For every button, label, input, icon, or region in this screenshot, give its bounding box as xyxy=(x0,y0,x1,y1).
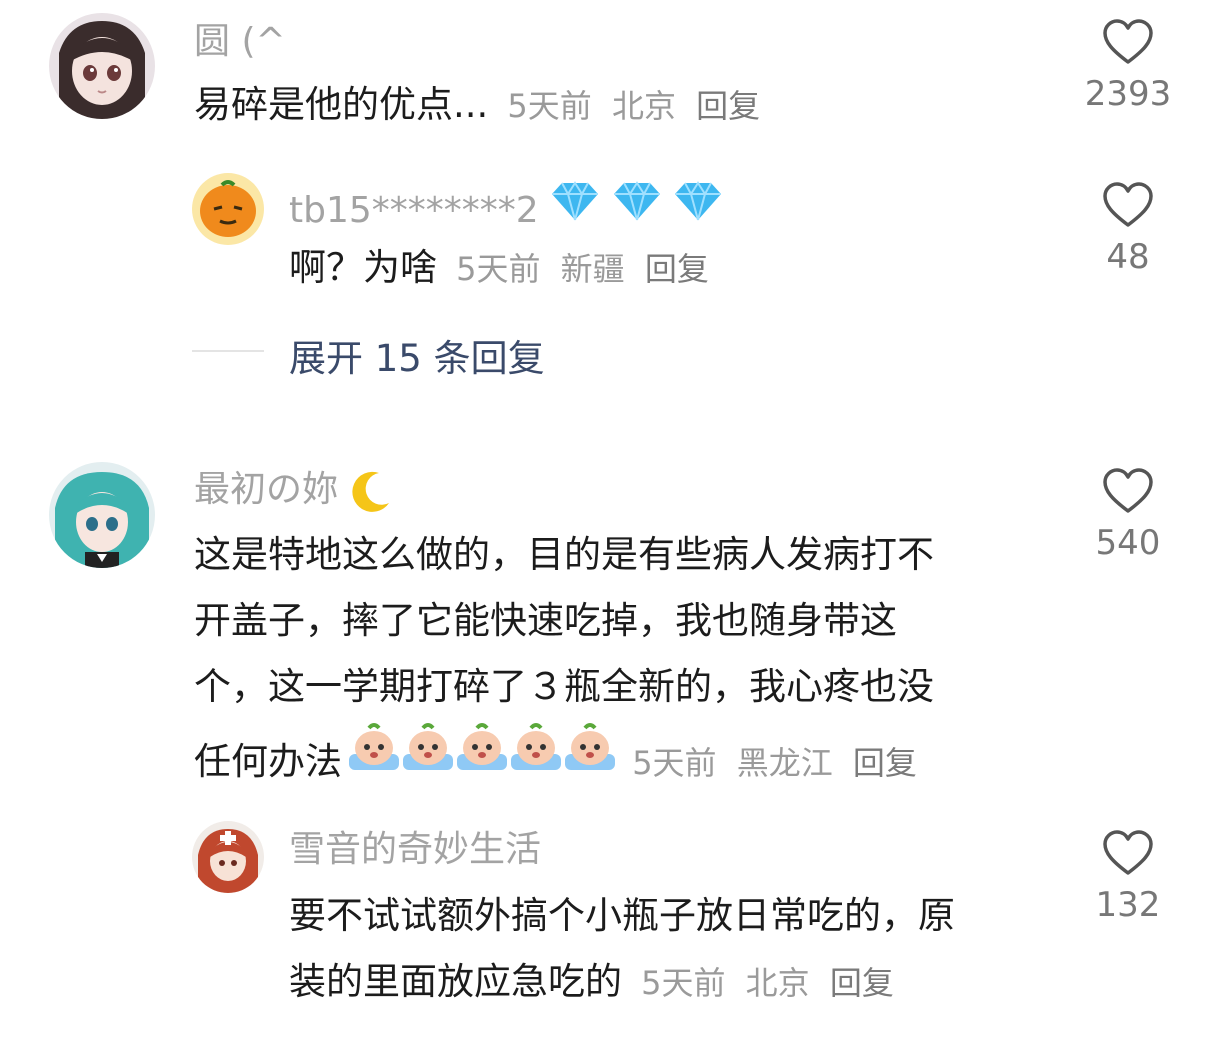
heart-icon xyxy=(1103,182,1153,227)
reply-time: 5天前 xyxy=(456,250,541,288)
diamond-icon xyxy=(613,181,660,221)
comment-time: 5天前 xyxy=(632,744,717,782)
crying-face-icon xyxy=(457,723,508,770)
crying-face-icon xyxy=(565,723,616,770)
comment-text: 易碎是他的优点... xyxy=(194,83,489,126)
comment-body: 这是特地这么做的，目的是有些病人发病打不 开盖子，摔了它能快速吃掉，我也随身带这… xyxy=(194,522,934,795)
comment-location: 北京 xyxy=(611,87,676,125)
like-count: 540 xyxy=(1095,523,1161,563)
avatar[interactable] xyxy=(49,13,155,119)
like-button[interactable]: 2393 xyxy=(1068,18,1188,114)
expand-replies-button[interactable]: 展开 15 条回复 xyxy=(289,328,545,382)
reply-time: 5天前 xyxy=(641,964,726,1002)
reply-button[interactable]: 回复 xyxy=(830,964,894,1002)
avatar-image xyxy=(49,13,155,119)
expand-divider xyxy=(192,350,264,352)
like-button[interactable]: 132 xyxy=(1068,829,1188,925)
comment-username-text: 最初の妳 xyxy=(194,469,339,510)
like-count: 48 xyxy=(1106,237,1150,277)
comment-username[interactable]: 最初の妳 xyxy=(194,468,393,513)
comment-text-line: 任何办法 xyxy=(194,740,342,783)
crying-face-icon xyxy=(349,723,400,770)
like-button[interactable]: 540 xyxy=(1068,467,1188,563)
diamond-icon xyxy=(552,181,599,221)
reply-location: 新疆 xyxy=(560,250,625,288)
reply-username[interactable]: 雪音的奇妙生活 xyxy=(289,828,541,872)
comment-text-line: 个，这一学期打碎了３瓶全新的，我心疼也没 xyxy=(194,665,934,708)
comment-text-line: 这是特地这么做的，目的是有些病人发病打不 xyxy=(194,533,934,576)
reply-username[interactable]: tb15********2 xyxy=(289,180,723,233)
avatar-image xyxy=(49,462,155,568)
reply-button[interactable]: 回复 xyxy=(696,87,760,125)
reply-text: 啊？为啥 xyxy=(289,246,437,289)
avatar-image xyxy=(192,173,264,245)
avatar[interactable] xyxy=(49,462,155,568)
avatar[interactable] xyxy=(192,173,264,245)
heart-icon xyxy=(1103,830,1153,875)
reply-body: 要不试试额外搞个小瓶子放日常吃的，原 装的里面放应急吃的 5天前 北京 回复 xyxy=(289,883,955,1015)
comment-time: 5天前 xyxy=(507,87,592,125)
comment-location: 黑龙江 xyxy=(736,744,833,782)
like-count: 132 xyxy=(1095,885,1161,925)
reply-username-text: tb15********2 xyxy=(289,190,539,231)
like-count: 2393 xyxy=(1084,74,1172,114)
crescent-moon-icon xyxy=(352,471,390,512)
reply-location: 北京 xyxy=(745,964,810,1002)
comment-body: 易碎是他的优点... 5天前 北京 回复 xyxy=(194,72,770,138)
reply-text-line: 要不试试额外搞个小瓶子放日常吃的，原 xyxy=(289,894,955,937)
crying-face-icon xyxy=(511,723,562,770)
avatar-image xyxy=(192,821,264,893)
like-button[interactable]: 48 xyxy=(1068,181,1188,277)
heart-icon xyxy=(1103,468,1153,513)
reply-button[interactable]: 回复 xyxy=(853,744,917,782)
reply-body: 啊？为啥 5天前 新疆 回复 xyxy=(289,235,719,301)
reply-button[interactable]: 回复 xyxy=(645,250,709,288)
reply-text-line: 装的里面放应急吃的 xyxy=(289,960,622,1003)
heart-icon xyxy=(1103,19,1153,64)
diamond-icon xyxy=(675,181,722,221)
comment-text-line: 开盖子，摔了它能快速吃掉，我也随身带这 xyxy=(194,599,897,642)
crying-face-icon xyxy=(403,723,454,770)
avatar[interactable] xyxy=(192,821,264,893)
comment-username[interactable]: 圆 (^ xyxy=(194,20,286,64)
